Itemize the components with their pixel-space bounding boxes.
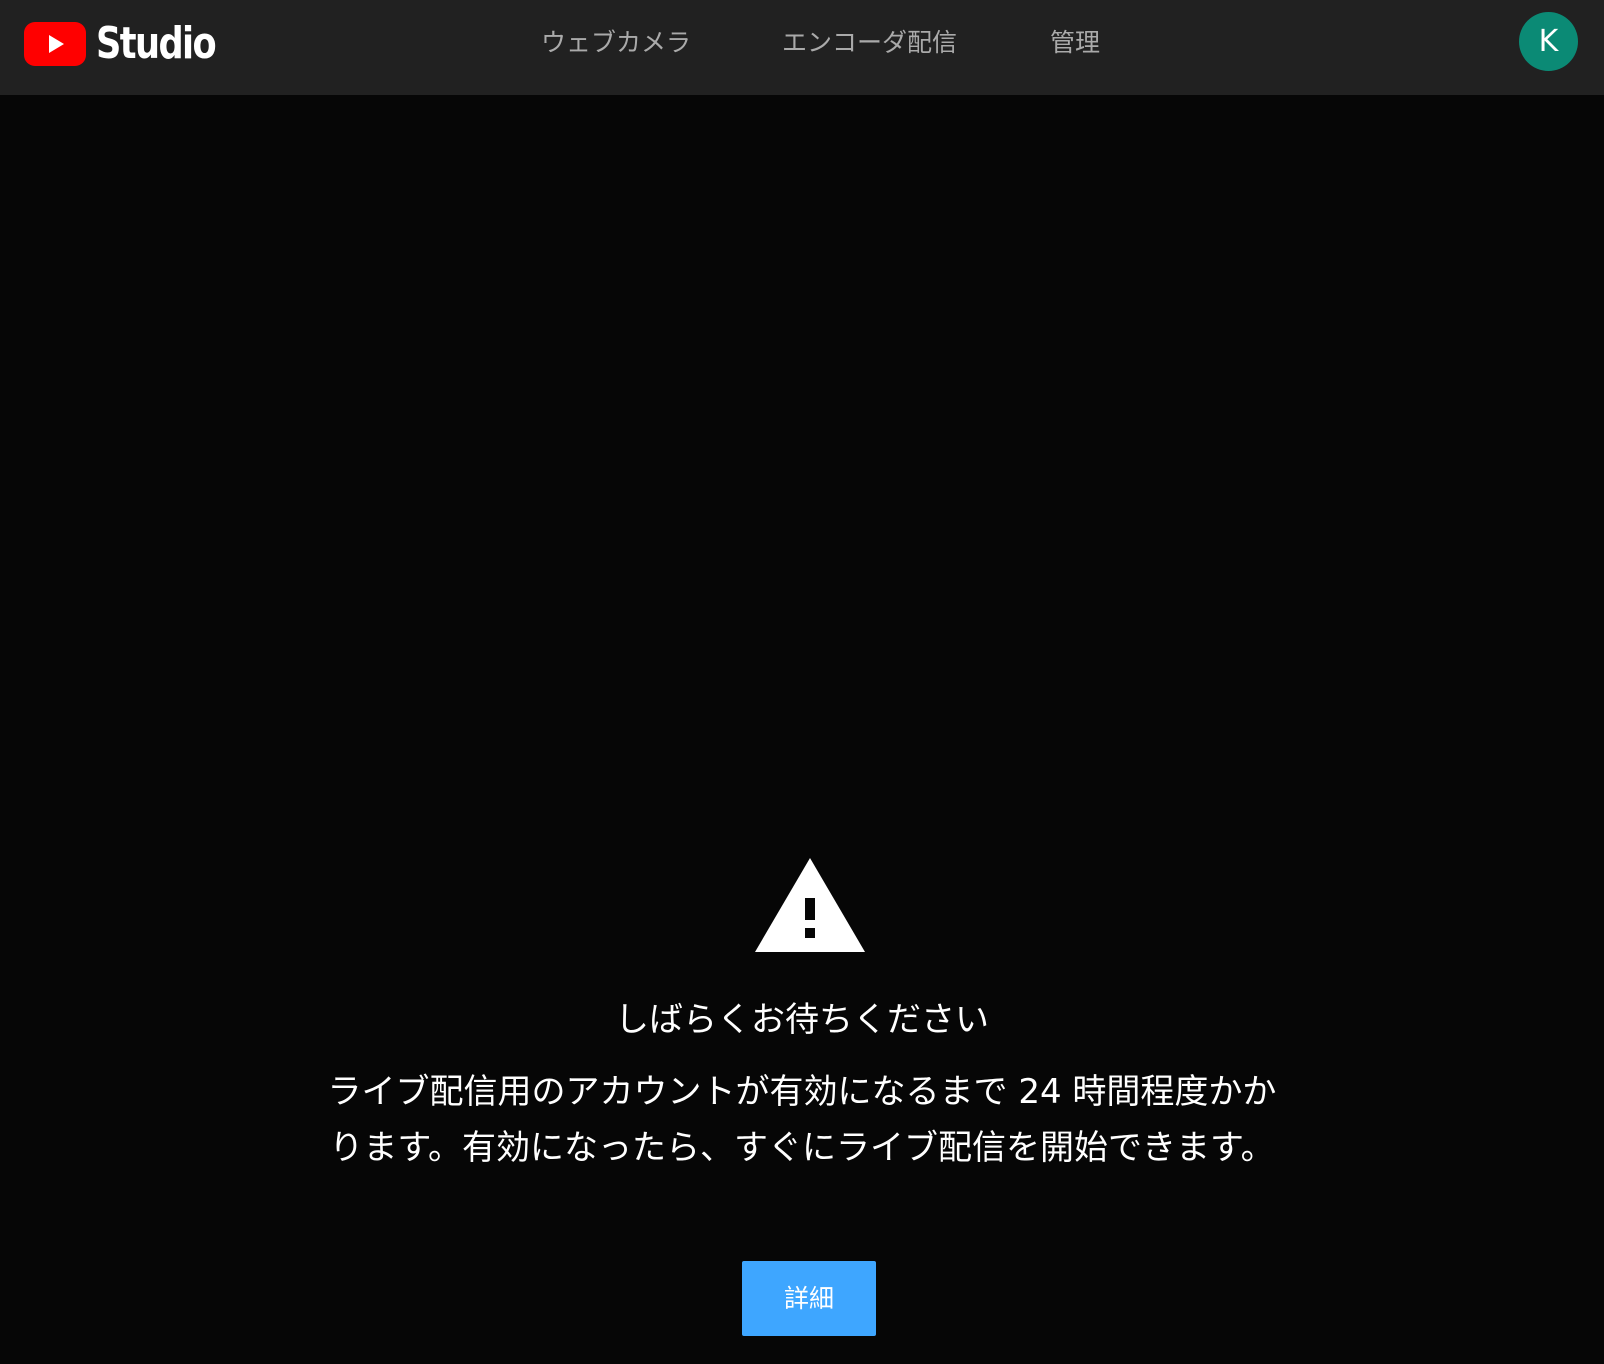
nav-tab-manage[interactable]: 管理: [1050, 26, 1100, 60]
youtube-studio-logo[interactable]: Studio: [24, 20, 245, 68]
youtube-play-icon: [24, 22, 86, 66]
nav-tab-encoder-stream[interactable]: エンコーダ配信: [782, 26, 957, 60]
notice-message: ライブ配信用のアカウントが有効になるまで 24 時間程度かかります。有効になった…: [327, 1072, 1277, 1168]
avatar-initial: K: [1538, 24, 1559, 59]
studio-wordmark: Studio: [96, 18, 217, 69]
notice-title: しばらくお待ちください: [615, 1000, 989, 1040]
top-app-bar: Studio ウェブカメラ エンコーダ配信 管理 K: [0, 0, 1604, 95]
account-avatar[interactable]: K: [1519, 12, 1578, 71]
nav-tab-webcam[interactable]: ウェブカメラ: [541, 26, 691, 60]
warning-icon: [755, 858, 865, 952]
details-button[interactable]: 詳細: [742, 1261, 876, 1336]
